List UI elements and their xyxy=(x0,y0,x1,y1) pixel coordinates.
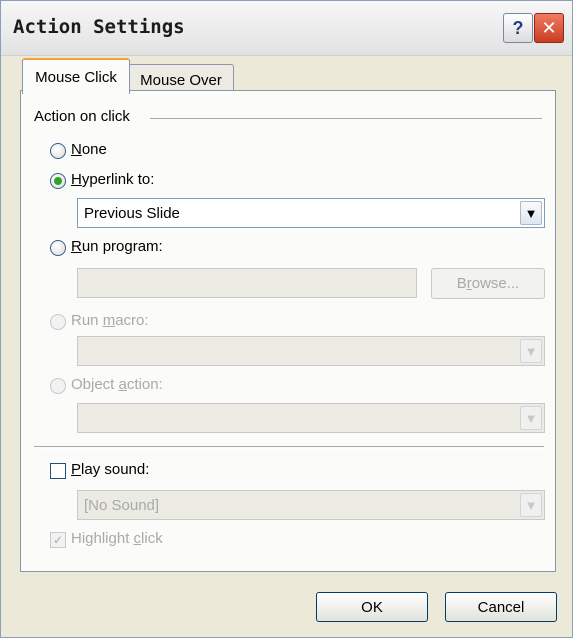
play-sound-label-text: lay sound: xyxy=(81,461,150,478)
help-icon: ? xyxy=(512,17,524,38)
chevron-down-icon[interactable]: ▼ xyxy=(520,493,542,517)
object-action-label-rest: ction: xyxy=(126,376,163,393)
highlight-label-rest: lick xyxy=(141,530,163,547)
run-macro-label-pre: Run xyxy=(71,312,103,329)
radio-run-macro-label[interactable]: Run macro: xyxy=(71,312,149,329)
object-action-label-pre: Object xyxy=(71,376,119,393)
radio-run-macro[interactable] xyxy=(50,314,66,330)
radio-hyperlink-label-text: yperlink to: xyxy=(81,171,155,188)
chevron-down-icon[interactable]: ▼ xyxy=(520,339,542,363)
cancel-button[interactable]: Cancel xyxy=(445,592,557,622)
tab-mouse-click-label: Mouse Click xyxy=(35,68,117,86)
chevron-down-icon[interactable]: ▼ xyxy=(520,201,542,225)
highlight-click-checkbox[interactable]: ✓ xyxy=(50,532,66,548)
tab-mouse-click[interactable]: Mouse Click xyxy=(22,58,130,94)
program-path-input[interactable] xyxy=(77,268,417,298)
radio-hyperlink[interactable] xyxy=(50,173,66,189)
hyperlink-dropdown-value: Previous Slide xyxy=(84,205,180,222)
group-divider xyxy=(150,118,542,119)
play-sound-accelerator: P xyxy=(71,461,82,478)
group-label-action-on-click: Action on click xyxy=(34,108,130,125)
chevron-down-icon[interactable]: ▼ xyxy=(520,406,542,430)
radio-hyperlink-label[interactable]: Hyperlink to: xyxy=(71,171,154,188)
radio-hyperlink-accelerator: H xyxy=(71,171,82,188)
radio-none-label[interactable]: None xyxy=(71,141,107,158)
ok-button-label: OK xyxy=(361,598,383,616)
close-icon: ✕ xyxy=(541,17,557,38)
highlight-label-pre: Highlight xyxy=(71,530,134,547)
radio-none[interactable] xyxy=(50,143,66,159)
radio-none-label-text: one xyxy=(81,141,107,158)
browse-label-pre: B xyxy=(456,275,467,292)
tab-mouse-over-label: Mouse Over xyxy=(140,71,222,89)
title-bar: Action Settings ? ✕ xyxy=(1,1,572,56)
radio-run-program-label-text: un program: xyxy=(81,238,163,255)
section-divider xyxy=(34,446,544,450)
macro-dropdown[interactable]: ▼ xyxy=(77,336,545,366)
cancel-button-label: Cancel xyxy=(477,598,525,616)
radio-run-program-label[interactable]: Run program: xyxy=(71,238,163,255)
sound-dropdown[interactable]: [No Sound] ▼ xyxy=(77,490,545,520)
radio-selected-dot xyxy=(54,177,62,185)
object-action-accelerator: a xyxy=(118,376,127,393)
highlight-accelerator: c xyxy=(133,530,142,547)
play-sound-label[interactable]: Play sound: xyxy=(71,461,149,478)
help-button[interactable]: ? xyxy=(503,13,533,43)
run-macro-label-rest: acro: xyxy=(115,312,149,329)
radio-object-action-label[interactable]: Object action: xyxy=(71,376,163,393)
browse-button[interactable]: Br owse... xyxy=(431,268,545,299)
radio-none-accelerator: N xyxy=(71,141,82,158)
ok-button[interactable]: OK xyxy=(316,592,428,622)
window-title: Action Settings xyxy=(13,16,185,38)
hyperlink-dropdown[interactable]: Previous Slide ▼ xyxy=(77,198,545,228)
object-action-dropdown[interactable]: ▼ xyxy=(77,403,545,433)
run-macro-accelerator: m xyxy=(102,312,116,329)
radio-run-program[interactable] xyxy=(50,240,66,256)
close-button[interactable]: ✕ xyxy=(534,13,564,43)
browse-label-post: owse... xyxy=(471,275,520,292)
radio-run-program-accelerator: R xyxy=(71,238,82,255)
sound-dropdown-value: [No Sound] xyxy=(84,497,160,514)
radio-object-action[interactable] xyxy=(50,378,66,394)
highlight-click-label[interactable]: Highlight click xyxy=(71,530,163,547)
checkmark-icon: ✓ xyxy=(52,533,64,547)
play-sound-checkbox[interactable] xyxy=(50,463,66,479)
